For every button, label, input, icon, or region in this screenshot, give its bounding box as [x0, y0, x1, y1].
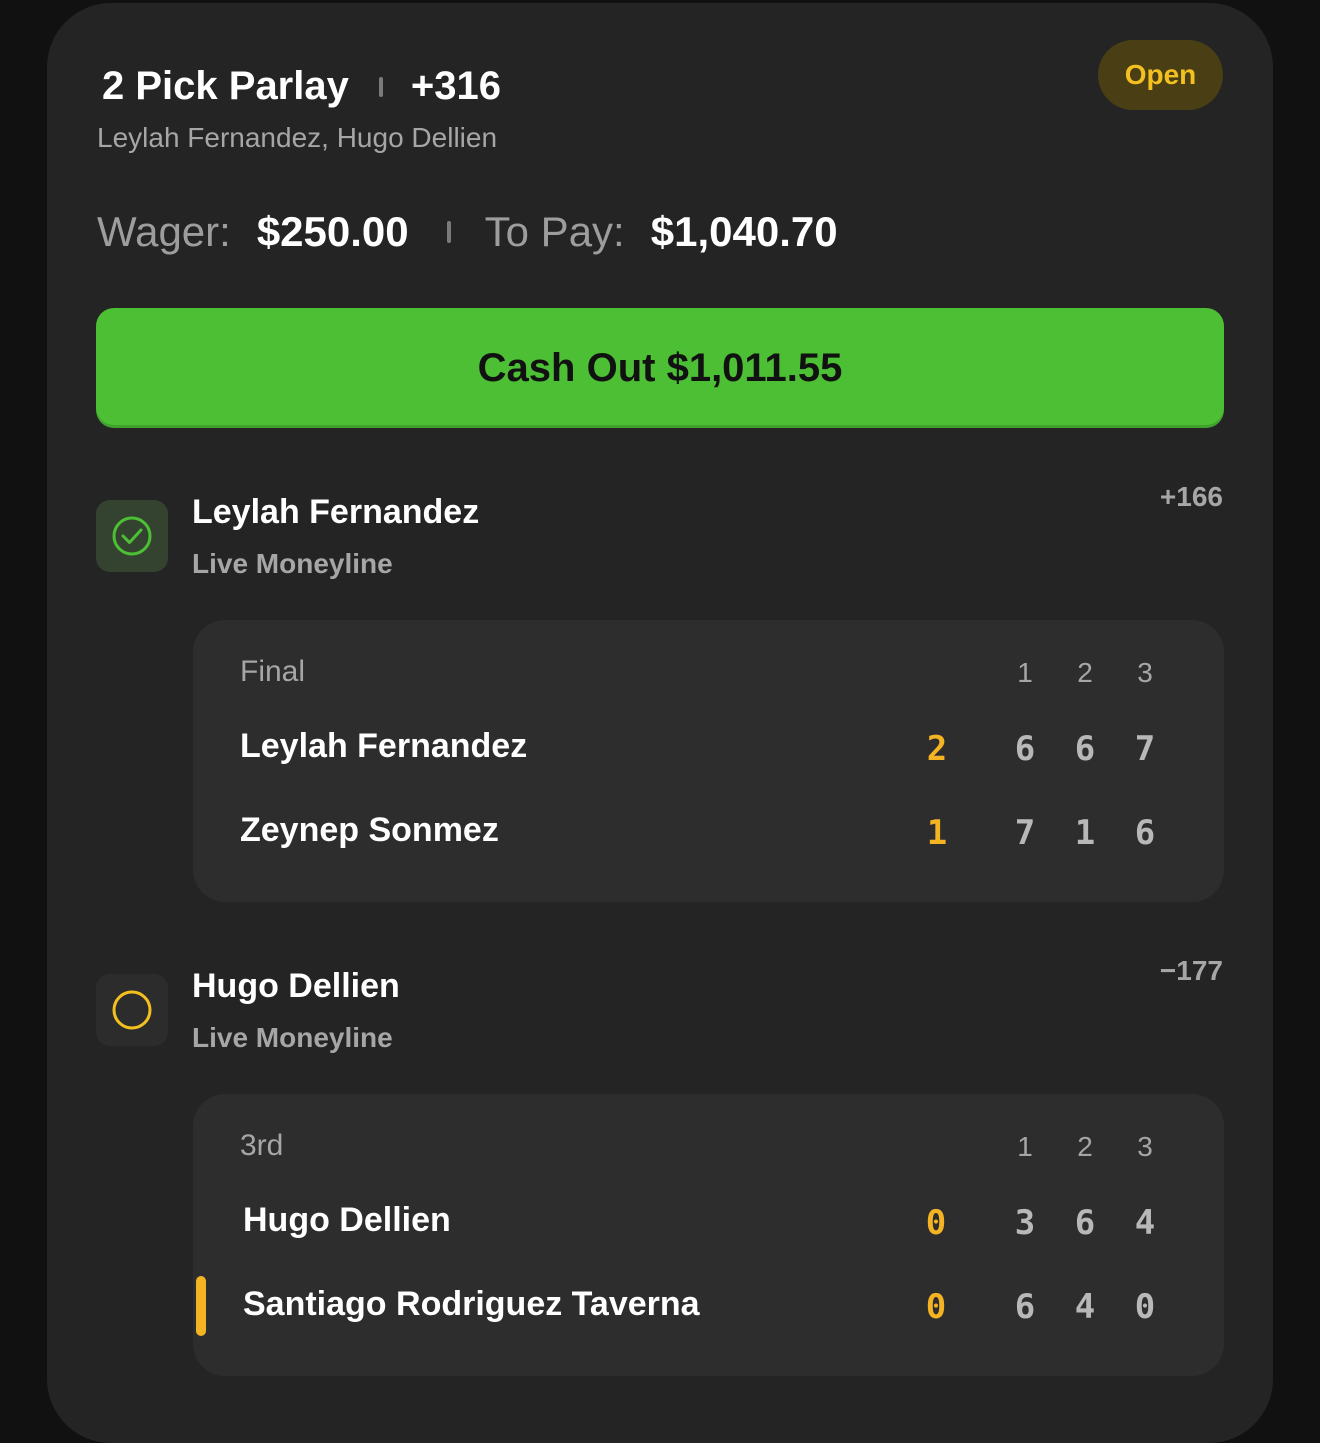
set-header: 2 — [1077, 1131, 1093, 1162]
wager-row: Wager: $250.00 To Pay: $1,040.70 — [97, 208, 838, 256]
scoreboard: 3rd 1 2 3 Hugo Dellien 0 3 6 4 Santiago … — [193, 1094, 1224, 1376]
status-badge: Open — [1098, 40, 1223, 110]
set-score: 7 — [1014, 813, 1036, 853]
sets-won: 0 — [925, 1287, 947, 1327]
set-header: 3 — [1137, 1131, 1153, 1162]
parlay-odds: +316 — [410, 64, 501, 108]
player-name: Santiago Rodriguez Taverna — [243, 1285, 700, 1323]
set-header: 3 — [1137, 657, 1153, 688]
parlay-title: 2 Pick Parlay — [102, 64, 349, 108]
leg-selection: Hugo Dellien — [192, 967, 400, 1005]
match-status: 3rd — [240, 1129, 284, 1162]
set-score: 3 — [1014, 1203, 1036, 1243]
divider — [446, 221, 451, 243]
set-score: 0 — [1134, 1287, 1156, 1327]
sets-won: 1 — [926, 813, 948, 853]
leg-market: Live Moneyline — [192, 1022, 393, 1053]
sets-won: 2 — [926, 729, 948, 769]
player-name: Leylah Fernandez — [240, 727, 528, 765]
leg-status-won — [96, 500, 168, 572]
serving-indicator — [196, 1276, 206, 1336]
parlay-title-row: 2 Pick Parlay +316 — [102, 64, 501, 109]
leg-odds: −177 — [1159, 955, 1223, 986]
leg-market: Live Moneyline — [192, 548, 393, 579]
leg-selection: Leylah Fernandez — [192, 493, 480, 531]
set-score: 6 — [1074, 1203, 1096, 1243]
set-score: 4 — [1134, 1203, 1156, 1243]
set-score: 6 — [1014, 1287, 1036, 1327]
set-header: 1 — [1017, 1131, 1033, 1162]
sets-won: 0 — [925, 1203, 947, 1243]
match-status: Final — [240, 655, 306, 688]
set-header: 2 — [1077, 657, 1093, 688]
player-name: Zeynep Sonmez — [240, 811, 499, 849]
check-circle-icon — [112, 516, 152, 556]
set-score: 7 — [1134, 729, 1156, 769]
set-header: 1 — [1017, 657, 1033, 688]
parlay-card: 2 Pick Parlay +316 Leylah Fernandez, Hug… — [47, 3, 1273, 1443]
cash-out-button[interactable]: Cash Out $1,011.55 — [96, 308, 1224, 428]
pending-circle-icon — [112, 990, 152, 1030]
set-score: 6 — [1134, 813, 1156, 853]
parlay-players: Leylah Fernandez, Hugo Dellien — [97, 122, 498, 153]
set-score: 4 — [1074, 1287, 1096, 1327]
player-name: Hugo Dellien — [243, 1201, 451, 1239]
to-pay-value: $1,040.70 — [650, 208, 838, 255]
divider — [378, 76, 383, 97]
wager-label: Wager: — [97, 208, 231, 255]
set-score: 1 — [1074, 813, 1096, 853]
leg-odds: +166 — [1159, 481, 1223, 512]
leg-status-pending — [96, 974, 168, 1046]
wager-value: $250.00 — [256, 208, 409, 255]
set-score: 6 — [1074, 729, 1096, 769]
scoreboard: Final 1 2 3 Leylah Fernandez 2 6 6 7 Zey… — [193, 620, 1224, 902]
to-pay-label: To Pay: — [484, 208, 625, 255]
set-score: 6 — [1014, 729, 1036, 769]
